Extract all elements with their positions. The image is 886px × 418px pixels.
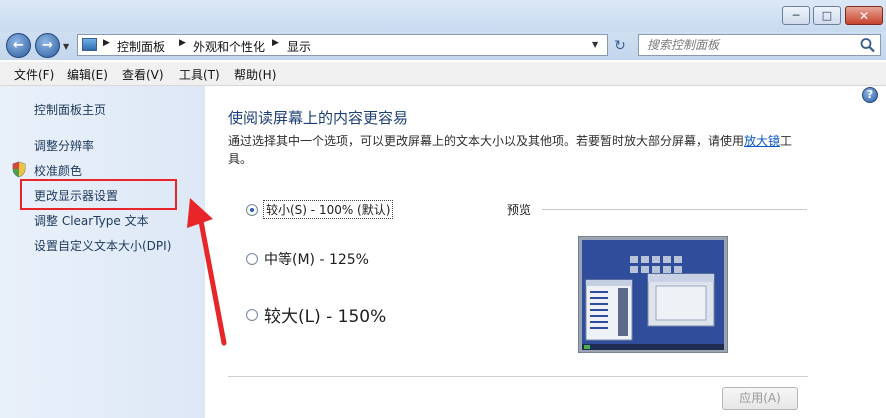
description-text: 通过选择其中一个选项，可以更改屏幕上的文本大小以及其他项。若要暂时放大部分屏幕，… [228, 134, 745, 148]
search-input[interactable] [647, 35, 847, 55]
back-arrow-icon: ← [13, 38, 24, 53]
breadcrumb-separator-icon[interactable]: ▶ [103, 38, 110, 48]
option-medium[interactable]: 中等(M) - 125% [246, 249, 369, 269]
maximize-button[interactable]: □ [813, 6, 841, 25]
address-bar[interactable]: ▶ 控制面板 ▶ 外观和个性化 ▶ 显示 ▼ [77, 34, 608, 56]
menu-help[interactable]: 帮助(H) [234, 66, 276, 83]
option-smaller[interactable]: 较小(S) - 100% (默认) [246, 200, 394, 219]
option-larger-label[interactable]: 较大(L) - 150% [264, 302, 386, 327]
apply-button[interactable]: 应用(A) [722, 387, 798, 410]
close-button[interactable]: ✕ [845, 6, 883, 25]
back-button[interactable]: ← [6, 33, 31, 58]
option-medium-label[interactable]: 中等(M) - 125% [264, 249, 369, 269]
search-box[interactable] [638, 34, 881, 56]
title-bar: ─ □ ✕ [0, 0, 886, 32]
radio-smaller[interactable] [246, 203, 258, 216]
magnifier-link[interactable]: 放大镜 [744, 134, 780, 148]
sidebar-item-adjust-cleartype[interactable]: 调整 ClearType 文本 [34, 212, 149, 229]
forward-button[interactable]: → [35, 33, 60, 58]
shield-icon [12, 161, 26, 178]
preview-monitor-image [578, 236, 728, 353]
maximize-icon: □ [821, 9, 833, 22]
menu-tools[interactable]: 工具(T) [179, 66, 220, 83]
forward-arrow-icon: → [42, 38, 53, 53]
breadcrumb-separator-icon[interactable]: ▶ [179, 38, 186, 48]
radio-medium[interactable] [246, 253, 258, 265]
navigation-bar: ← → ▼ ▶ 控制面板 ▶ 外观和个性化 ▶ 显示 ▼ ↻ [0, 32, 886, 60]
breadcrumb-appearance[interactable]: 外观和个性化 [193, 38, 265, 55]
menu-view[interactable]: 查看(V) [122, 66, 164, 83]
menu-bar: 文件(F) 编辑(E) 查看(V) 工具(T) 帮助(H) [0, 62, 886, 86]
sidebar-item-control-panel-home[interactable]: 控制面板主页 [34, 101, 106, 118]
address-dropdown-icon[interactable]: ▼ [592, 40, 598, 49]
help-icon[interactable]: ? [862, 87, 878, 103]
option-larger[interactable]: 较大(L) - 150% [246, 302, 386, 327]
search-icon[interactable] [859, 37, 877, 53]
radio-larger[interactable] [246, 308, 258, 321]
option-smaller-label[interactable]: 较小(S) - 100% (默认) [262, 200, 394, 219]
refresh-icon: ↻ [614, 38, 626, 54]
refresh-button[interactable]: ↻ [610, 37, 630, 55]
page-title: 使阅读屏幕上的内容更容易 [228, 109, 409, 127]
recent-pages-dropdown-icon[interactable]: ▼ [63, 42, 69, 51]
sidebar-item-adjust-resolution[interactable]: 调整分辨率 [34, 137, 94, 154]
menu-edit[interactable]: 编辑(E) [67, 66, 108, 83]
minimize-button[interactable]: ─ [782, 6, 810, 25]
close-icon: ✕ [858, 8, 870, 23]
annotation-highlight-box [20, 179, 177, 210]
menu-file[interactable]: 文件(F) [14, 66, 54, 83]
page-description: 通过选择其中一个选项，可以更改屏幕上的文本大小以及其他项。若要暂时放大部分屏幕，… [228, 132, 808, 168]
breadcrumb-control-panel[interactable]: 控制面板 [117, 38, 165, 55]
sidebar-item-calibrate-color[interactable]: 校准颜色 [34, 162, 82, 179]
bottom-divider [228, 376, 808, 377]
breadcrumb-separator-icon[interactable]: ▶ [272, 38, 279, 48]
preview-label: 预览 [507, 203, 532, 217]
breadcrumb-display[interactable]: 显示 [287, 38, 311, 55]
sidebar-item-custom-dpi[interactable]: 设置自定义文本大小(DPI) [34, 237, 171, 254]
minimize-icon: ─ [792, 9, 800, 22]
preview-divider [542, 209, 807, 210]
sidebar: 控制面板主页 调整分辨率 校准颜色 更改显示器设置 调整 ClearType 文… [0, 86, 205, 418]
control-panel-icon [82, 38, 97, 51]
